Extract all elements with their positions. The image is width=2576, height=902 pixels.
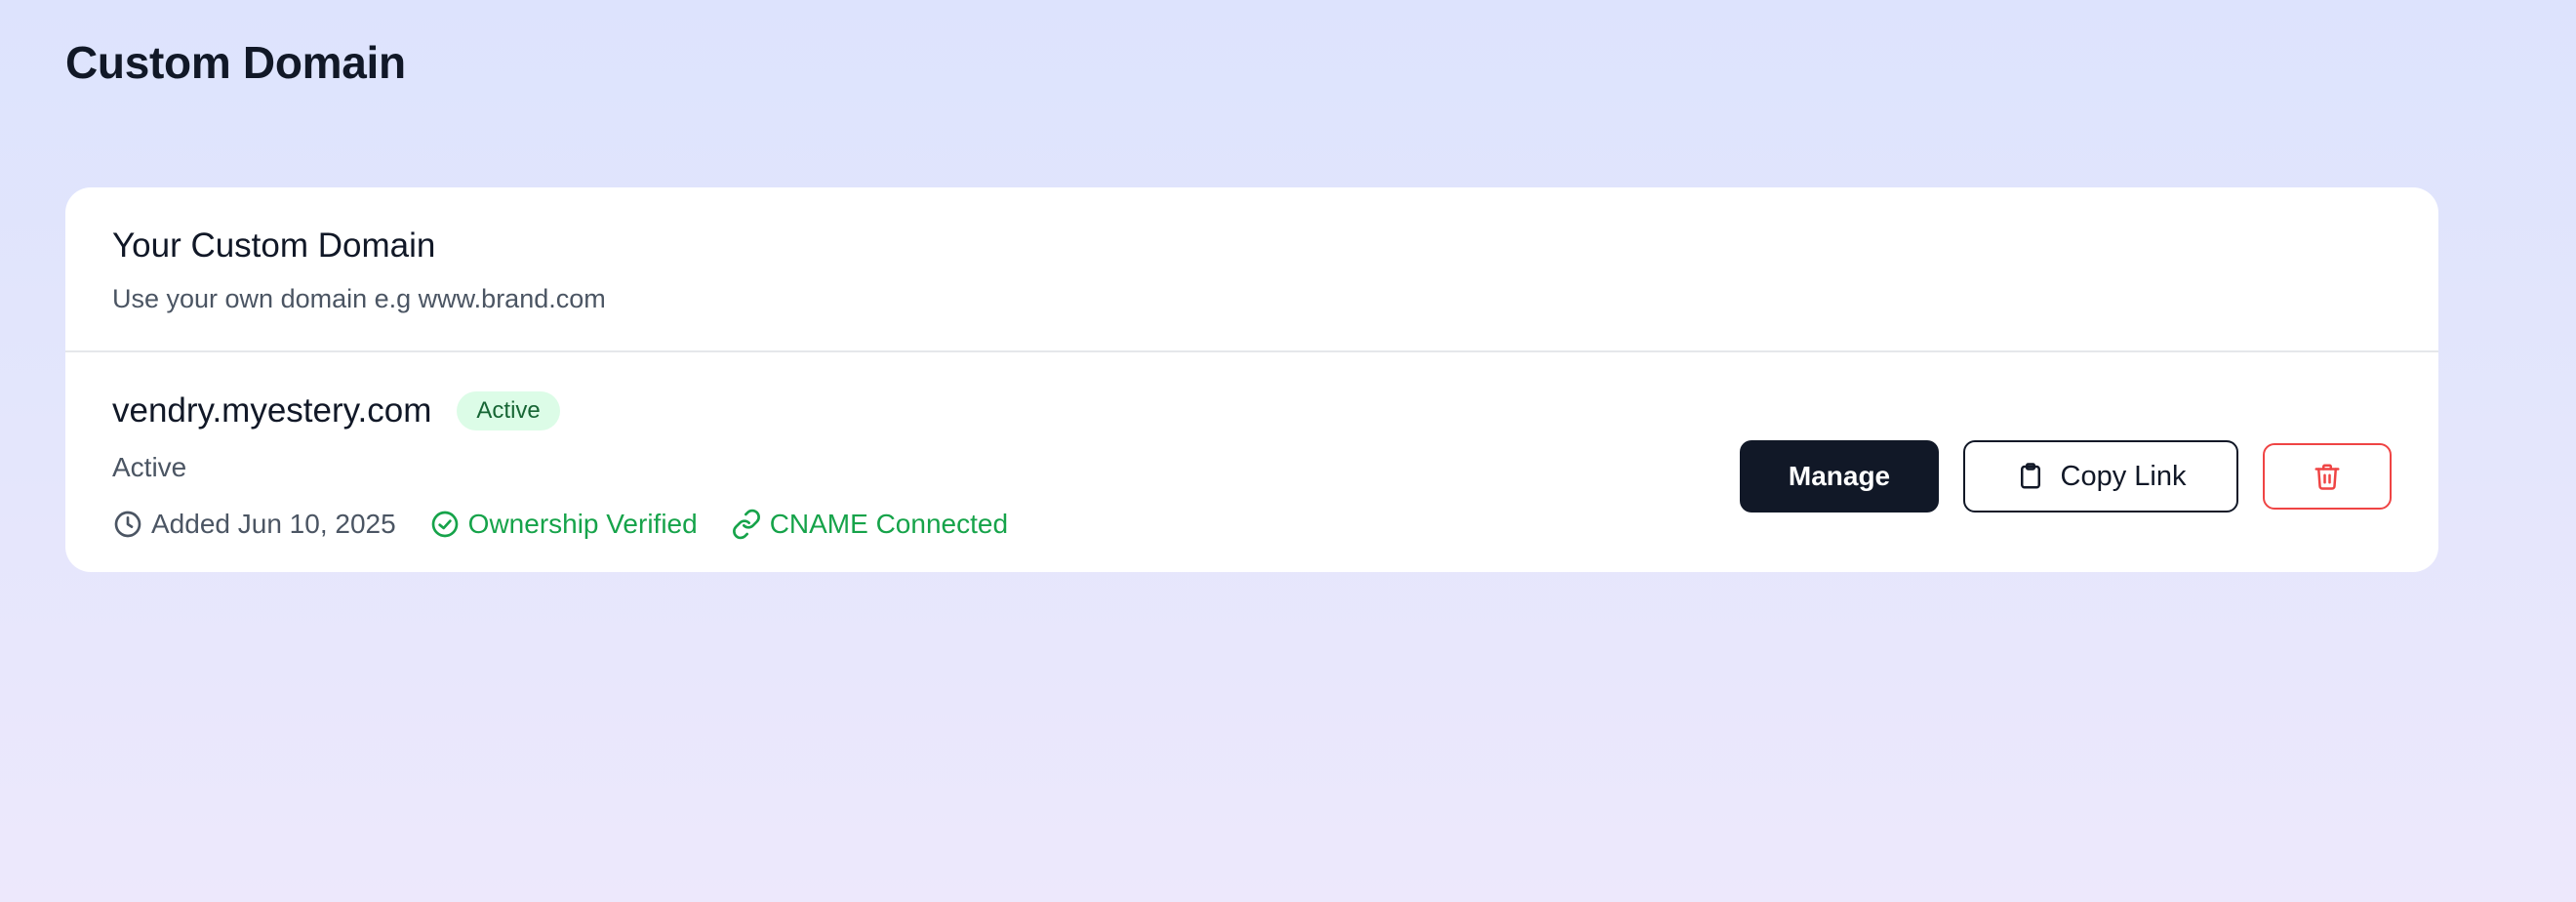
- link-icon: [732, 509, 760, 540]
- domain-name-line: vendry.myestery.com Active: [112, 388, 1041, 434]
- added-date: Added Jun 10, 2025: [112, 509, 396, 540]
- page-title: Custom Domain: [65, 37, 406, 88]
- added-date-text: Added Jun 10, 2025: [151, 509, 396, 539]
- cname-status: CNAME Connected: [731, 509, 1008, 540]
- card-title: Your Custom Domain: [112, 226, 436, 265]
- card-header: Your Custom Domain Use your own domain e…: [65, 187, 2438, 352]
- check-circle-icon: [431, 511, 459, 538]
- trash-icon: [2314, 464, 2340, 490]
- ownership-status: Ownership Verified: [429, 509, 698, 540]
- clipboard-icon: [2020, 463, 2040, 489]
- status-badge: Active: [457, 391, 560, 430]
- domain-row: vendry.myestery.com Active Active Added …: [65, 352, 2438, 570]
- domain-actions: Manage Copy Link: [1740, 440, 2392, 512]
- card-subtitle: Use your own domain e.g www.brand.com: [112, 284, 606, 313]
- domain-info: vendry.myestery.com Active Active Added …: [112, 388, 1041, 544]
- delete-button[interactable]: [2263, 443, 2392, 510]
- manage-button[interactable]: Manage: [1740, 440, 1939, 512]
- cname-status-text: CNAME Connected: [769, 509, 1009, 539]
- custom-domain-card: Your Custom Domain Use your own domain e…: [65, 187, 2438, 572]
- clock-icon: [114, 511, 141, 538]
- copy-link-button[interactable]: Copy Link: [1963, 440, 2238, 512]
- domain-meta: Added Jun 10, 2025 Ownership Verified CN…: [112, 505, 1041, 544]
- domain-name: vendry.myestery.com: [112, 391, 432, 430]
- ownership-status-text: Ownership Verified: [467, 509, 698, 539]
- copy-link-label: Copy Link: [2060, 460, 2187, 492]
- domain-status: Active: [112, 452, 187, 482]
